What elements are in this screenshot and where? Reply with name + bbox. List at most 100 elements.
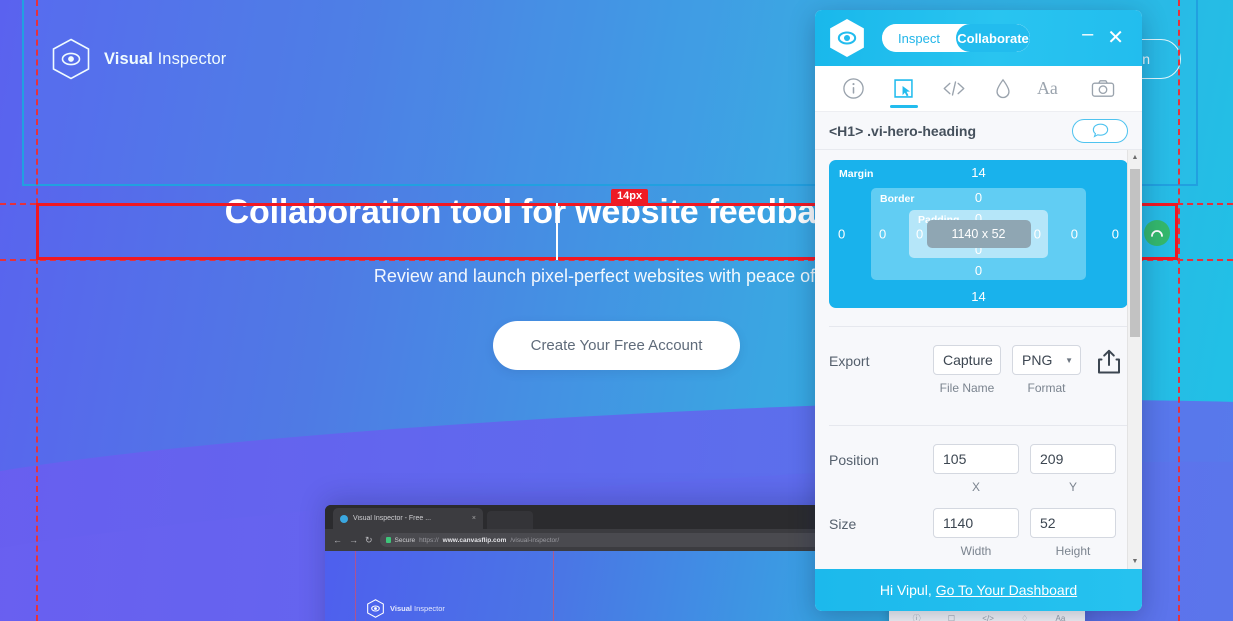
format-selected-value: PNG bbox=[1022, 352, 1053, 368]
file-name-sublabel: File Name bbox=[939, 381, 995, 395]
box-model-margin-left: 0 bbox=[838, 226, 846, 242]
box-model-margin-bottom: 14 bbox=[971, 289, 986, 304]
eye-hexagon-icon bbox=[52, 38, 90, 80]
size-label: Size bbox=[829, 516, 857, 532]
box-model-border-label: Border bbox=[880, 193, 915, 205]
position-y-sublabel: Y bbox=[1068, 480, 1077, 494]
position-x-input[interactable]: 105 bbox=[933, 444, 1019, 474]
info-circle-icon[interactable] bbox=[832, 66, 876, 112]
mockup-tab-close-icon: × bbox=[471, 515, 476, 522]
droplet-icon[interactable] bbox=[981, 66, 1025, 112]
format-select[interactable]: PNG ▼ bbox=[1012, 345, 1081, 375]
mockup-brand: Visual Inspector bbox=[367, 599, 445, 618]
scrollbar-thumb[interactable] bbox=[1130, 169, 1140, 337]
minimize-icon[interactable]: – bbox=[1082, 24, 1093, 44]
selected-element-selector: <H1> .vi-hero-heading bbox=[829, 122, 977, 139]
text-aa-icon[interactable]: Aa bbox=[1031, 66, 1075, 112]
size-width-input[interactable]: 1140 bbox=[933, 508, 1019, 538]
file-name-input[interactable]: Capture bbox=[933, 345, 1001, 375]
mockup-reload-icon: ↻ bbox=[365, 534, 373, 545]
box-model-border-region: Border 0 0 0 0 Padding 0 0 0 0 1140 x 52 bbox=[871, 188, 1086, 280]
box-model-margin-label: Margin bbox=[839, 168, 874, 180]
camera-icon[interactable] bbox=[1081, 66, 1125, 112]
size-height-group: 52 Height bbox=[1030, 508, 1116, 558]
mockup-panel-tab-color: ♢ bbox=[1021, 614, 1029, 621]
code-brackets-icon[interactable] bbox=[932, 66, 976, 112]
file-name-group: Capture File Name bbox=[933, 345, 1001, 395]
panel-tabbar: Aa bbox=[815, 66, 1142, 112]
panel-titlebar: Inspect Collaborate – ✕ bbox=[815, 10, 1142, 66]
window-controls: – ✕ bbox=[1082, 24, 1128, 48]
share-upload-icon[interactable] bbox=[1096, 348, 1122, 381]
mockup-brand-name: Visual Inspector bbox=[390, 604, 445, 613]
position-y-group: 209 Y bbox=[1030, 444, 1116, 494]
mockup-back-icon: ← bbox=[333, 535, 342, 545]
mockup-url-prefix: https:// bbox=[419, 536, 439, 544]
brand-name-bold: Visual bbox=[104, 49, 153, 68]
visual-inspector-panel: Inspect Collaborate – ✕ Aa <H1> .vi-hero… bbox=[815, 10, 1142, 611]
box-model-margin-top: 14 bbox=[971, 165, 986, 180]
position-y-input[interactable]: 209 bbox=[1030, 444, 1116, 474]
mockup-lock-icon bbox=[385, 537, 391, 543]
mockup-url-domain: www.canvasflip.com bbox=[442, 536, 507, 544]
box-model-border-right: 0 bbox=[1070, 226, 1078, 242]
mockup-secure-label: Secure bbox=[394, 536, 416, 544]
size-width-group: 1140 Width bbox=[933, 508, 1019, 558]
box-model-margin-right: 0 bbox=[1111, 226, 1119, 242]
position-x-group: 105 X bbox=[933, 444, 1019, 494]
export-row: Export Capture File Name PNG ▼ Format bbox=[829, 327, 1128, 395]
svg-text:Aa: Aa bbox=[1037, 78, 1058, 98]
format-group: PNG ▼ Format bbox=[1012, 345, 1081, 395]
mockup-panel-tab-info: ⓘ bbox=[912, 614, 921, 621]
mockup-tab-title: Visual Inspector - Free ... bbox=[353, 515, 432, 522]
mockup-panel-tab-inspect: ☐ bbox=[947, 614, 956, 621]
chevron-down-icon: ▼ bbox=[1065, 355, 1073, 365]
go-to-dashboard-link[interactable]: Go To Your Dashboard bbox=[936, 582, 1077, 598]
create-free-account-button[interactable]: Create Your Free Account bbox=[492, 321, 741, 370]
mockup-guide-mid bbox=[553, 551, 554, 621]
size-height-sublabel: Height bbox=[1055, 544, 1091, 558]
position-x-sublabel: X bbox=[971, 480, 980, 494]
mockup-forward-icon: → bbox=[349, 535, 358, 545]
format-sublabel: Format bbox=[1027, 381, 1066, 395]
size-width-sublabel: Width bbox=[960, 544, 992, 558]
mockup-new-tab bbox=[487, 511, 533, 529]
tab-inspect-mode[interactable]: Inspect bbox=[882, 24, 956, 52]
panel-footer: Hi Vipul, Go To Your Dashboard bbox=[815, 569, 1142, 611]
mockup-panel-tab-code: </> bbox=[982, 614, 994, 621]
speech-bubble-icon[interactable] bbox=[1072, 118, 1128, 143]
position-row: Position 105 X 209 Y bbox=[829, 426, 1128, 494]
panel-content: Margin 14 0 0 14 Border 0 0 0 0 Padding … bbox=[815, 160, 1142, 558]
selector-bar: <H1> .vi-hero-heading bbox=[815, 112, 1142, 150]
panel-logo-icon bbox=[829, 18, 865, 58]
mode-toggle[interactable]: Inspect Collaborate bbox=[882, 24, 1030, 52]
mockup-eye-hexagon-icon bbox=[367, 599, 384, 618]
close-icon[interactable]: ✕ bbox=[1107, 28, 1124, 48]
size-height-input[interactable]: 52 bbox=[1030, 508, 1116, 538]
brand-logo[interactable]: Visual Inspector bbox=[52, 38, 226, 80]
panel-scrollbar[interactable]: ▲ ▼ bbox=[1127, 150, 1142, 569]
box-model-padding-region: Padding 0 0 0 0 1140 x 52 bbox=[909, 210, 1048, 258]
mockup-panel-tab-type: Aa bbox=[1055, 614, 1066, 621]
box-model-border-top: 0 bbox=[974, 190, 983, 205]
box-model-border-left: 0 bbox=[879, 226, 887, 242]
size-row: Size 1140 Width 52 Height bbox=[829, 494, 1128, 558]
tab-collaborate-mode[interactable]: Collaborate bbox=[956, 24, 1030, 52]
box-model-content-size: 1140 x 52 bbox=[926, 220, 1031, 248]
panel-scroll-area: Margin 14 0 0 14 Border 0 0 0 0 Padding … bbox=[815, 150, 1142, 569]
mockup-guide-left bbox=[355, 551, 356, 621]
mockup-url-path: /visual-inspector/ bbox=[510, 536, 560, 544]
box-model-diagram: Margin 14 0 0 14 Border 0 0 0 0 Padding … bbox=[829, 160, 1128, 308]
footer-greeting: Hi Vipul, bbox=[879, 582, 932, 598]
box-model-padding-left: 0 bbox=[916, 226, 924, 242]
brand-name-light: Inspector bbox=[152, 49, 227, 68]
export-label: Export bbox=[829, 353, 870, 369]
cursor-select-icon[interactable] bbox=[882, 66, 926, 112]
box-model-border-bottom: 0 bbox=[974, 263, 983, 278]
brand-name: Visual Inspector bbox=[104, 50, 226, 69]
mockup-favicon-icon bbox=[340, 514, 348, 523]
box-model-padding-right: 0 bbox=[1033, 226, 1041, 242]
scroll-up-arrow-icon[interactable]: ▲ bbox=[1128, 150, 1142, 165]
position-label: Position bbox=[829, 452, 879, 468]
scroll-down-arrow-icon[interactable]: ▼ bbox=[1128, 554, 1142, 569]
